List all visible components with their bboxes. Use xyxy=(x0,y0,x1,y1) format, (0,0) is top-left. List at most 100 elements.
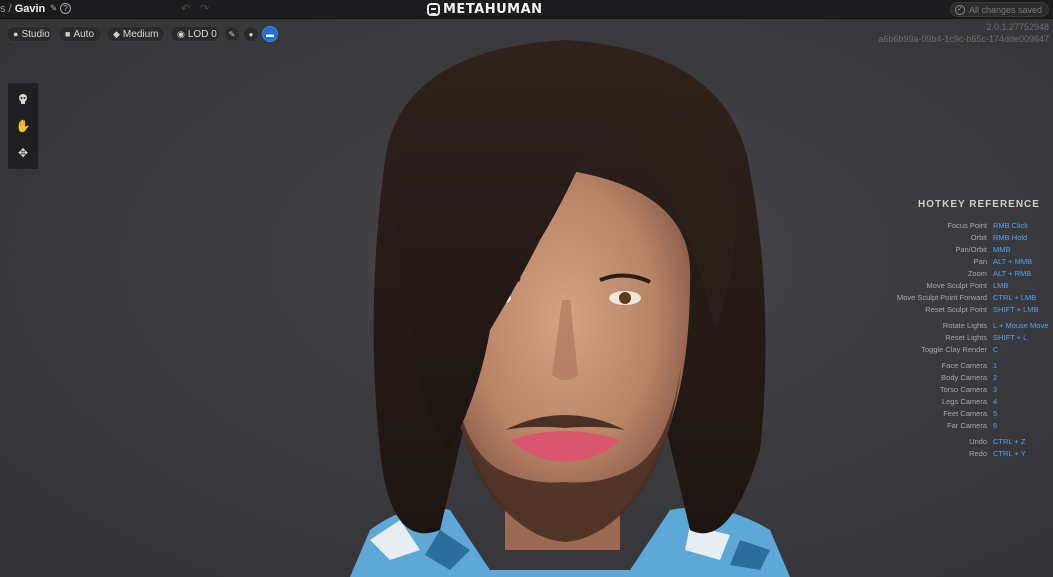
hotkey-row: Orbit RMB Hold xyxy=(880,232,1053,243)
quality-dropdown[interactable]: ◆ Medium xyxy=(106,26,165,42)
metahuman-creator-window: s / Gavin ✎ ? ↶ ↷ METAHUMAN ✓ All change… xyxy=(0,0,1053,577)
hotkey-row: Body Camera 2 xyxy=(880,372,1053,383)
sphere-icon: ● xyxy=(248,29,254,39)
logo-text: METAHUMAN xyxy=(443,1,543,17)
hotkey-key: 2 xyxy=(993,373,998,382)
hotkey-key: ALT + MMB xyxy=(993,257,1033,266)
question-icon[interactable]: ? xyxy=(60,3,71,14)
version-info: 2.0.1.27752948 a6b6b99a-09b4-1c9c-b65c-1… xyxy=(878,21,1049,45)
brush-button[interactable]: ✎ xyxy=(224,26,240,42)
lighting-label: Studio xyxy=(21,28,50,40)
hotkey-key: MMB xyxy=(993,245,1011,254)
hotkey-key: RMB Hold xyxy=(993,233,1028,242)
hotkey-key: RMB Click xyxy=(993,221,1028,230)
hotkey-key: C xyxy=(993,345,999,354)
hotkey-row: Legs Camera 4 xyxy=(880,396,1053,407)
hotkey-action: Focus Point xyxy=(947,221,987,230)
quality-icon: ◆ xyxy=(113,28,120,39)
save-status-badge: ✓ All changes saved xyxy=(949,2,1049,17)
hotkey-key: SHIFT + L xyxy=(993,333,1028,342)
hotkey-action: Undo xyxy=(969,437,987,446)
hotkey-action: Move Sculpt Point Forward xyxy=(896,293,987,302)
viewport-tool-panel: ✋ ✥ xyxy=(8,83,38,169)
hotkey-action: Pan xyxy=(973,257,987,266)
hotkey-row: Pan/Orbit MMB xyxy=(880,244,1053,255)
character-render[interactable] xyxy=(330,30,800,577)
select-tool[interactable] xyxy=(8,88,38,110)
hotkey-action: Rotate Lights xyxy=(942,321,987,330)
hotkey-key: CTRL + LMB xyxy=(993,293,1037,302)
lod-dropdown[interactable]: ◉ LOD 0 xyxy=(170,26,220,42)
hotkey-action: Toggle Clay Render xyxy=(921,345,987,354)
undo-icon[interactable]: ↶ xyxy=(181,2,190,15)
hotkey-row: Focus Point RMB Click xyxy=(880,220,1053,231)
hotkey-action: Reset Lights xyxy=(945,333,987,342)
hotkey-action: Legs Camera xyxy=(941,397,987,406)
hand-tool[interactable]: ✋ xyxy=(8,115,38,137)
move-tool[interactable]: ✥ xyxy=(8,142,38,164)
pencil-icon[interactable]: ✎ xyxy=(48,3,59,14)
hotkey-row: Torso Camera 3 xyxy=(880,384,1053,395)
move-icon: ✥ xyxy=(17,146,29,160)
hotkey-key: L + Mouse Move xyxy=(993,321,1049,330)
hotkey-reference-title: HOTKEY REFERENCE xyxy=(918,199,1040,210)
hotkey-row: Redo CTRL + Y xyxy=(880,448,1053,459)
hotkey-action: Pan/Orbit xyxy=(955,245,987,254)
save-status-text: All changes saved xyxy=(968,4,1042,15)
hotkey-action: Orbit xyxy=(970,233,987,242)
hotkey-key: CTRL + Z xyxy=(993,437,1026,446)
quality-label: Medium xyxy=(122,28,159,40)
hotkey-key: 1 xyxy=(993,361,998,370)
hotkey-key: 5 xyxy=(993,409,998,418)
hotkey-action: Redo xyxy=(969,449,987,458)
hotkey-action: Torso Camera xyxy=(939,385,987,394)
hotkey-row: Move Sculpt Point Forward CTRL + LMB xyxy=(880,292,1053,303)
hotkey-action: Face Camera xyxy=(941,361,987,370)
hotkey-row: Rotate Lights L + Mouse Move xyxy=(880,320,1053,331)
camera-dropdown[interactable]: ■ Auto xyxy=(58,26,102,42)
hotkey-key: SHIFT + LMB xyxy=(993,305,1039,314)
clay-render-button[interactable]: ● xyxy=(243,26,259,42)
hotkey-row: Face Camera 1 xyxy=(880,360,1053,371)
brush-icon: ✎ xyxy=(228,29,236,39)
select-icon xyxy=(19,94,27,104)
hotkey-row: Zoom ALT + RMB xyxy=(880,268,1053,279)
hotkey-row: Undo CTRL + Z xyxy=(880,436,1053,447)
hand-icon: ✋ xyxy=(15,119,31,133)
hotkey-key: 6 xyxy=(993,421,998,430)
lighting-dropdown[interactable]: ● Studio xyxy=(6,26,53,42)
hotkey-action: Move Sculpt Point xyxy=(926,281,987,290)
hotkey-key: CTRL + Y xyxy=(993,449,1026,458)
render-mode-button[interactable]: ▬ xyxy=(262,26,278,42)
hotkey-row: Far Camera 6 xyxy=(880,420,1053,431)
logo-mark-icon xyxy=(427,2,440,16)
hotkey-action: Feet Camera xyxy=(943,409,987,418)
character-name: Gavin xyxy=(14,3,46,15)
redo-icon[interactable]: ↷ xyxy=(200,2,209,15)
check-icon: ✓ xyxy=(954,4,965,15)
top-bar: s / Gavin ✎ ? ↶ ↷ METAHUMAN ✓ All change… xyxy=(0,0,1053,19)
hotkey-row: Reset Sculpt Point SHIFT + LMB xyxy=(880,304,1053,315)
hotkey-row: Reset Lights SHIFT + L xyxy=(880,332,1053,343)
hotkey-action: Zoom xyxy=(967,269,987,278)
hotkey-key: 3 xyxy=(993,385,998,394)
camera-icon: ■ xyxy=(65,29,71,39)
lod-label: LOD 0 xyxy=(187,28,217,40)
hotkey-row: Pan ALT + MMB xyxy=(880,256,1053,267)
hotkey-action: Reset Sculpt Point xyxy=(925,305,987,314)
breadcrumb: s / Gavin xyxy=(0,3,45,15)
build-hash: a6b6b99a-09b4-1c9c-b65c-174dde009647 xyxy=(878,34,1049,44)
hotkey-row: Feet Camera 5 xyxy=(880,408,1053,419)
hotkey-action: Body Camera xyxy=(941,373,987,382)
render-icon: ▬ xyxy=(266,29,274,39)
build-number: 2.0.1.27752948 xyxy=(986,22,1049,32)
camera-label: Auto xyxy=(73,28,95,40)
hotkey-row: Move Sculpt Point LMB xyxy=(880,280,1053,291)
hotkey-key: LMB xyxy=(993,281,1009,290)
hotkey-action: Far Camera xyxy=(946,421,987,430)
metahuman-logo: METAHUMAN xyxy=(427,1,543,17)
lighting-icon: ● xyxy=(13,29,19,39)
hotkey-row: Toggle Clay Render C xyxy=(880,344,1053,355)
breadcrumb-prefix[interactable]: s / xyxy=(0,3,12,15)
lod-icon: ◉ xyxy=(177,28,185,39)
